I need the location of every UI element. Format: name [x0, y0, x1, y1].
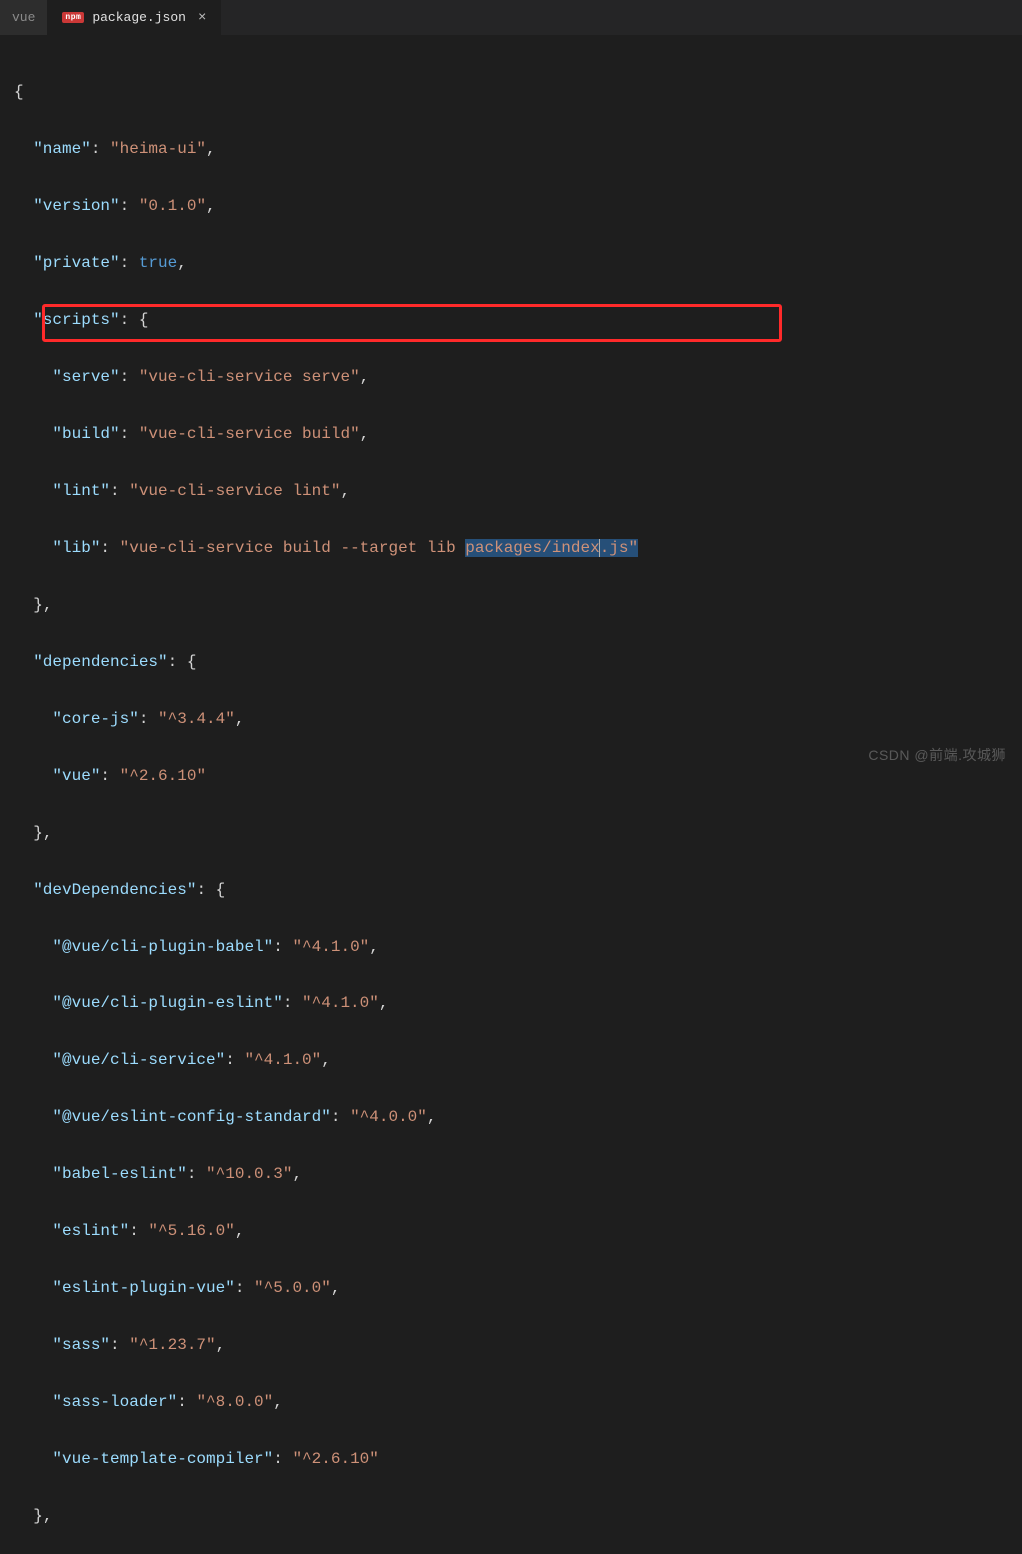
- json-key: "name": [33, 140, 91, 158]
- json-boolean: true: [139, 254, 177, 272]
- json-string: "^5.16.0": [148, 1222, 234, 1240]
- json-key: "sass-loader": [52, 1393, 177, 1411]
- selected-text: packages/index: [465, 539, 599, 557]
- json-key: "lint": [52, 482, 110, 500]
- json-key: "dependencies": [33, 653, 167, 671]
- brace-open: {: [14, 83, 24, 101]
- json-string: "^3.4.4": [158, 710, 235, 728]
- json-string: "^8.0.0": [196, 1393, 273, 1411]
- tab-bar: vue npm package.json ×: [0, 0, 1022, 36]
- watermark: CSDN @前端.攻城狮: [868, 745, 1006, 765]
- json-key: "eslint": [52, 1222, 129, 1240]
- json-key: "vue": [52, 767, 100, 785]
- close-icon[interactable]: ×: [194, 10, 210, 26]
- json-key: "core-js": [52, 710, 138, 728]
- json-key: "eslint-plugin-vue": [52, 1279, 234, 1297]
- json-string: "vue-cli-service serve": [139, 368, 360, 386]
- json-string: "heima-ui": [110, 140, 206, 158]
- json-string: "vue-cli-service build": [139, 425, 360, 443]
- tab-inactive[interactable]: vue: [0, 0, 48, 35]
- code-editor[interactable]: { "name": "heima-ui", "version": "0.1.0"…: [0, 36, 1022, 1554]
- json-key: "version": [33, 197, 119, 215]
- selected-text: .js": [600, 539, 638, 557]
- json-string: "^4.0.0": [350, 1108, 427, 1126]
- json-string: "^10.0.3": [206, 1165, 292, 1183]
- json-string: "vue-cli-service build --target lib: [120, 539, 466, 557]
- json-string: "^1.23.7": [129, 1336, 215, 1354]
- json-string: "^4.1.0": [302, 994, 379, 1012]
- tab-inactive-label: vue: [12, 10, 35, 25]
- json-key: "private": [33, 254, 119, 272]
- json-string: "0.1.0": [139, 197, 206, 215]
- json-string: "^4.1.0": [244, 1051, 321, 1069]
- json-string: "^2.6.10": [292, 1450, 378, 1468]
- json-string: "^4.1.0": [292, 938, 369, 956]
- npm-icon: npm: [62, 12, 84, 23]
- json-key: "serve": [52, 368, 119, 386]
- json-key: "build": [52, 425, 119, 443]
- json-key: "@vue/cli-plugin-babel": [52, 938, 273, 956]
- json-key: "lib": [52, 539, 100, 557]
- json-key: "devDependencies": [33, 881, 196, 899]
- tab-active[interactable]: npm package.json ×: [48, 0, 221, 35]
- json-key: "sass": [52, 1336, 110, 1354]
- json-key: "@vue/cli-plugin-eslint": [52, 994, 282, 1012]
- json-string: "vue-cli-service lint": [129, 482, 340, 500]
- json-key: "@vue/cli-service": [52, 1051, 225, 1069]
- json-string: "^2.6.10": [120, 767, 206, 785]
- json-key: "@vue/eslint-config-standard": [52, 1108, 330, 1126]
- json-key: "babel-eslint": [52, 1165, 186, 1183]
- json-key: "scripts": [33, 311, 119, 329]
- json-key: "vue-template-compiler": [52, 1450, 273, 1468]
- json-string: "^5.0.0": [254, 1279, 331, 1297]
- tab-active-label: package.json: [92, 10, 186, 25]
